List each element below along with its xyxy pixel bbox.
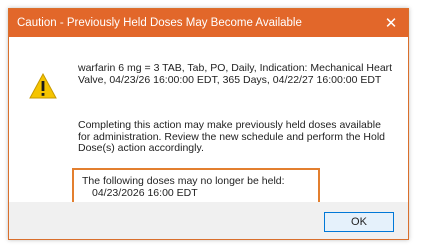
title-bar[interactable]: Caution - Previously Held Doses May Beco…	[9, 9, 408, 37]
warning-message: Completing this action may make previous…	[78, 119, 385, 154]
held-doses-heading: The following doses may no longer be hel…	[82, 175, 285, 187]
caution-dialog: Caution - Previously Held Doses May Beco…	[8, 8, 409, 240]
dialog-content: warfarin 6 mg = 3 TAB, Tab, PO, Daily, I…	[9, 37, 408, 208]
warning-icon	[29, 73, 57, 99]
dialog-title: Caution - Previously Held Doses May Beco…	[17, 17, 302, 29]
ok-button[interactable]: OK	[324, 212, 394, 232]
held-dose-time: 04/23/2026 16:00 EDT	[92, 187, 198, 199]
dialog-footer: OK	[9, 202, 408, 239]
order-details: warfarin 6 mg = 3 TAB, Tab, PO, Daily, I…	[78, 62, 393, 86]
close-icon[interactable]: ✕	[374, 9, 408, 37]
